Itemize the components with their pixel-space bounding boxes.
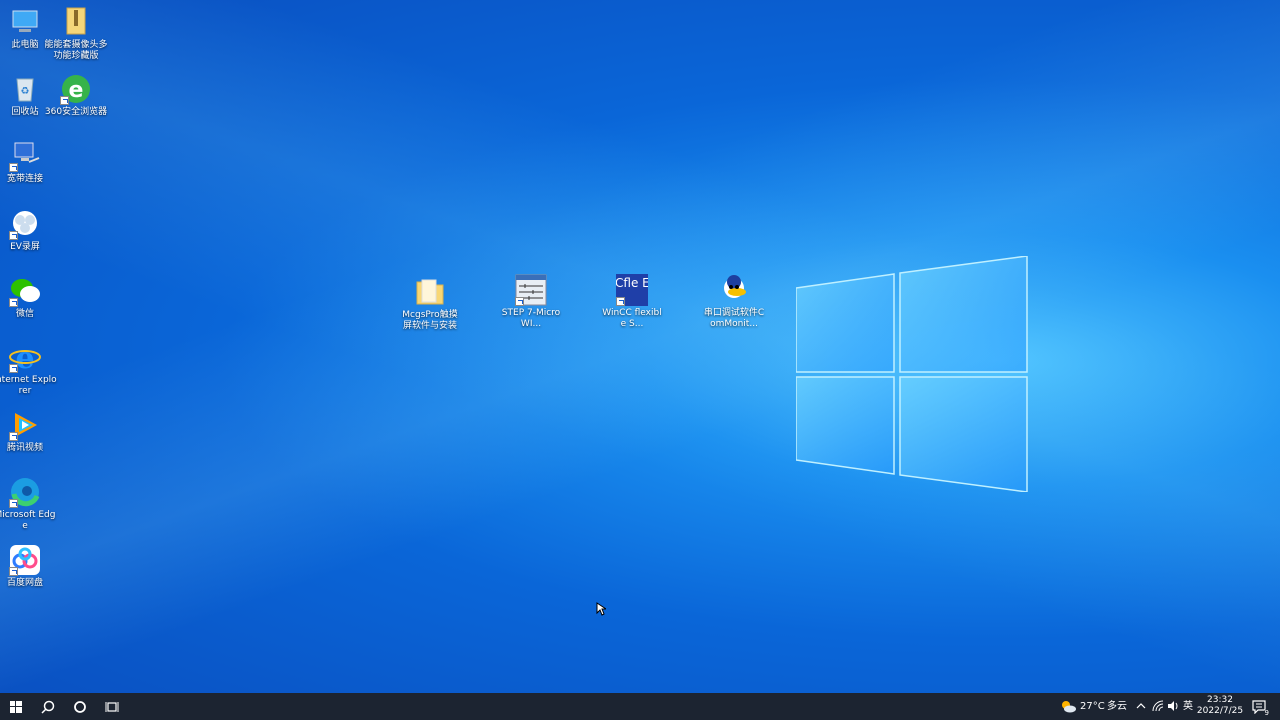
folder-icon xyxy=(414,276,446,308)
baidu-netdisk-icon xyxy=(9,544,41,576)
volume-icon[interactable] xyxy=(1167,700,1179,712)
step7-icon xyxy=(515,274,547,306)
network-icon[interactable] xyxy=(1152,700,1164,712)
archive-file-icon xyxy=(60,6,92,38)
shortcut-arrow-icon xyxy=(9,432,18,441)
input-method-indicator[interactable]: 英 xyxy=(1183,693,1193,720)
icon-label: EV录屏 xyxy=(10,242,40,252)
desktop-icon-camera-pack[interactable]: 能能套摄像头多功能珍藏版 xyxy=(44,6,108,62)
icon-label: WinCC flexible S... xyxy=(602,308,662,329)
shortcut-arrow-icon xyxy=(616,297,625,306)
wincc-icon-text: CCfle ES xyxy=(616,276,648,290)
desktop[interactable]: 此电脑 ♻ 回收站 宽带连接 EV录屏 微信 e Internet xyxy=(0,0,1280,693)
wincc-icon: CCfle ES xyxy=(607,274,657,306)
icon-label: 百度网盘 xyxy=(6,578,43,588)
weather-temperature[interactable]: 27°C xyxy=(1080,693,1105,720)
desktop-icon-mcgspro[interactable]: McgsPro触摸屏软件与安装 xyxy=(398,276,462,332)
weather-description[interactable]: 多云 xyxy=(1107,693,1127,720)
shortcut-arrow-icon xyxy=(515,297,524,306)
wechat-icon xyxy=(9,275,41,307)
chevron-up-icon[interactable] xyxy=(1136,702,1146,710)
edge-icon xyxy=(9,476,41,508)
desktop-icon-baidu-netdisk[interactable]: 百度网盘 xyxy=(0,544,57,589)
cortana-button[interactable] xyxy=(64,693,96,720)
shortcut-arrow-icon xyxy=(60,96,69,105)
shortcut-arrow-icon xyxy=(9,163,18,172)
task-view-icon xyxy=(105,701,119,712)
weather-cloudy-icon[interactable] xyxy=(1060,699,1076,713)
start-button[interactable] xyxy=(0,693,32,720)
desktop-icon-ev-recorder[interactable]: EV录屏 xyxy=(0,208,57,253)
desktop-icon-broadband[interactable]: 宽带连接 xyxy=(0,140,57,185)
desktop-icon-360-browser[interactable]: e 360安全浏览器 xyxy=(44,73,108,118)
clock[interactable]: 23:32 2022/7/25 xyxy=(1196,695,1244,717)
desktop-icon-internet-explorer[interactable]: e Internet Explorer xyxy=(0,341,57,397)
desktop-icon-edge[interactable]: Microsoft Edge xyxy=(0,476,57,532)
windows-logo-wallpaper xyxy=(796,256,1028,492)
duck-icon xyxy=(718,274,750,306)
icon-label: 宽带连接 xyxy=(6,174,43,184)
icon-label: 串口调试软件ComMonit... xyxy=(703,308,765,329)
svg-text:e: e xyxy=(15,341,34,373)
cortana-circle-icon xyxy=(74,700,86,713)
windows-start-icon xyxy=(10,700,22,713)
desktop-icon-tencent-video[interactable]: 腾讯视频 xyxy=(0,409,57,454)
icon-label: STEP 7-MicroWI... xyxy=(501,308,561,329)
icon-label: 微信 xyxy=(15,309,34,319)
desktop-icon-wechat[interactable]: 微信 xyxy=(0,275,57,320)
wallpaper-beam xyxy=(0,0,1280,693)
notification-count-badge: 9 xyxy=(1263,709,1270,717)
ev-recorder-icon xyxy=(9,208,41,240)
shortcut-arrow-icon xyxy=(9,364,18,373)
icon-label: 360安全浏览器 xyxy=(44,107,108,117)
icon-label: Internet Explorer xyxy=(0,375,57,396)
tencent-video-icon xyxy=(9,409,41,441)
svg-text:e: e xyxy=(69,78,84,103)
browser-360-icon: e xyxy=(60,73,92,105)
network-connection-icon xyxy=(9,140,41,172)
task-view-button[interactable] xyxy=(96,693,128,720)
desktop-icon-wincc[interactable]: CCfle ES WinCC flexible S... xyxy=(600,274,664,330)
taskbar: 27°C 多云 英 23:32 2022/7/25 9 xyxy=(0,693,1280,720)
internet-explorer-icon: e xyxy=(9,341,41,376)
clock-date: 2022/7/25 xyxy=(1196,706,1244,716)
icon-label: Microsoft Edge xyxy=(0,510,56,531)
recycle-bin-icon: ♻ xyxy=(9,73,41,105)
shortcut-arrow-icon xyxy=(9,231,18,240)
clock-time: 23:32 xyxy=(1207,695,1233,705)
computer-icon xyxy=(9,6,41,38)
icon-label: McgsPro触摸屏软件与安装 xyxy=(402,310,458,331)
svg-text:♻: ♻ xyxy=(21,86,30,97)
shortcut-arrow-icon xyxy=(9,499,18,508)
action-center-button[interactable]: 9 xyxy=(1248,693,1272,720)
shortcut-arrow-icon xyxy=(9,298,18,307)
search-icon xyxy=(41,700,55,714)
mouse-cursor-icon xyxy=(596,602,606,616)
search-button[interactable] xyxy=(32,693,64,720)
icon-label: 能能套摄像头多功能珍藏版 xyxy=(44,40,108,61)
shortcut-arrow-icon xyxy=(9,567,18,576)
desktop-icon-step7[interactable]: STEP 7-MicroWI... xyxy=(499,274,563,330)
desktop-icon-commonitor[interactable]: 串口调试软件ComMonit... xyxy=(702,274,766,330)
icon-label: 腾讯视频 xyxy=(6,443,43,453)
